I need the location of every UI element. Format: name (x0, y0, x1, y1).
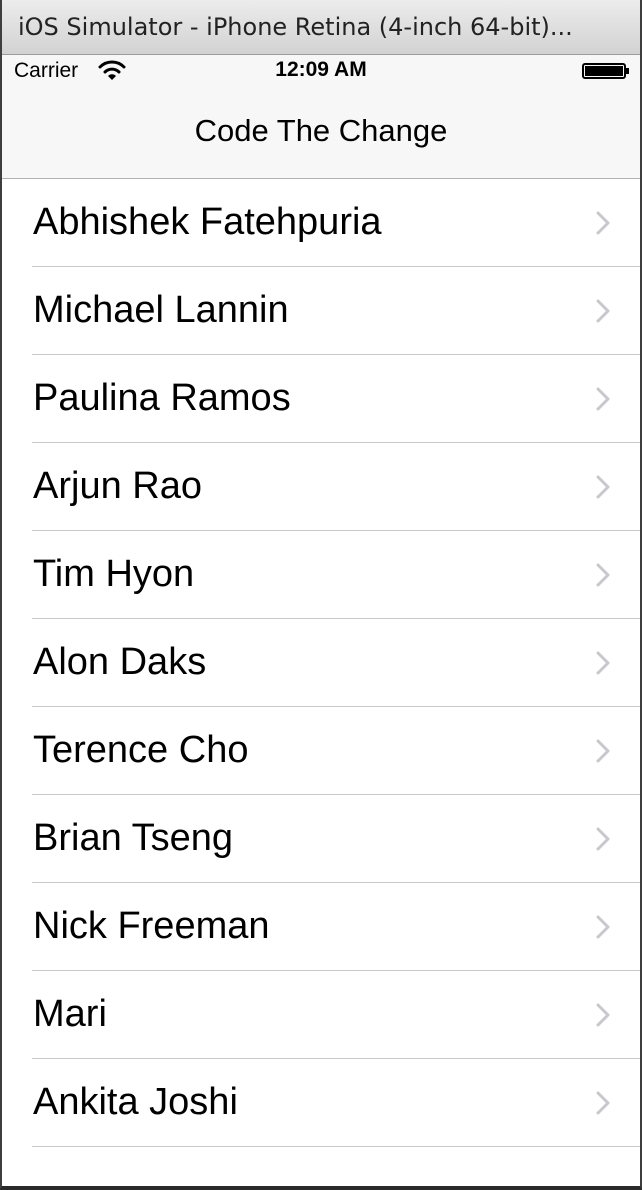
list-item[interactable]: Tim Hyon (2, 531, 640, 619)
chevron-right-icon (596, 211, 610, 235)
chevron-right-icon (596, 915, 610, 939)
list-item-label: Terence Cho (33, 729, 249, 771)
list-item[interactable]: Alon Daks (2, 619, 640, 707)
chevron-right-icon (596, 387, 610, 411)
list-item[interactable]: Michael Lannin (2, 267, 640, 355)
list-item-label: Arjun Rao (33, 465, 202, 507)
list-item-label: Nick Freeman (33, 905, 270, 947)
list-item[interactable]: Arjun Rao (2, 443, 640, 531)
list-item[interactable]: Mari (2, 971, 640, 1059)
list-item[interactable]: Paulina Ramos (2, 355, 640, 443)
list-item-label: Tim Hyon (33, 553, 195, 595)
chevron-right-icon (596, 651, 610, 675)
list-item[interactable]: Ankita Joshi (2, 1059, 640, 1147)
list-item-label: Brian Tseng (33, 817, 233, 859)
list-item-label: Alon Daks (33, 641, 207, 683)
chevron-right-icon (596, 1091, 610, 1115)
navigation-bar: Code The Change (2, 87, 640, 179)
chevron-right-icon (596, 827, 610, 851)
status-time: 12:09 AM (275, 58, 367, 81)
list-item[interactable]: Brian Tseng (2, 795, 640, 883)
window-title-bar[interactable]: iOS Simulator - iPhone Retina (4-inch 64… (2, 0, 640, 55)
list-item-label: Mari (33, 993, 107, 1035)
nav-title: Code The Change (194, 113, 448, 148)
simulator-window: iOS Simulator - iPhone Retina (4-inch 64… (0, 0, 642, 1190)
chevron-right-icon (596, 563, 610, 587)
window-title: iOS Simulator - iPhone Retina (4-inch 64… (18, 13, 573, 41)
list-item-label: Michael Lannin (33, 289, 289, 331)
status-bar: Carrier 12:09 AM (2, 55, 640, 87)
chevron-right-icon (596, 475, 610, 499)
list-item[interactable]: Nick Freeman (2, 883, 640, 971)
list-item-label: Abhishek Fatehpuria (33, 201, 382, 243)
chevron-right-icon (596, 739, 610, 763)
name-list: Abhishek Fatehpuria Michael Lannin Paulina… (2, 179, 640, 1147)
battery-icon (582, 63, 629, 79)
chevron-right-icon (596, 1003, 610, 1027)
chevron-right-icon (596, 299, 610, 323)
list-item[interactable]: Terence Cho (2, 707, 640, 795)
list-item-label: Ankita Joshi (33, 1081, 238, 1123)
list-item[interactable]: Abhishek Fatehpuria (2, 179, 640, 267)
list-item-label: Paulina Ramos (33, 377, 291, 419)
